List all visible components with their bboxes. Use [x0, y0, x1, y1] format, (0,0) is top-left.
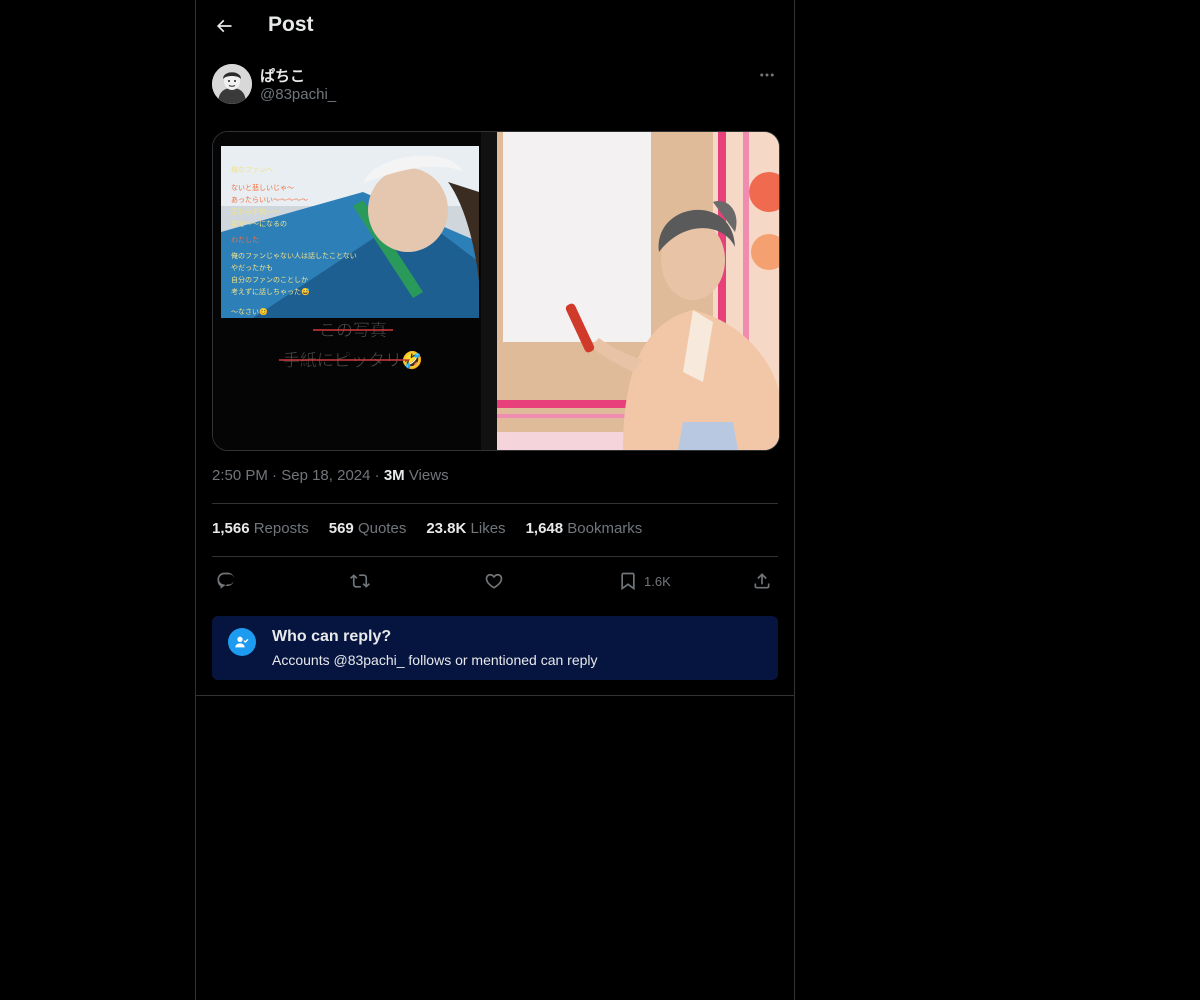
- arrow-left-icon: [216, 19, 232, 33]
- post-column: Post ぱちこ @83pachi_ 俺のファンへ ないと悲しいじゃ～ あったら…: [195, 0, 795, 1000]
- post-author: ぱちこ @83pachi_: [212, 64, 778, 108]
- post-media[interactable]: 俺のファンへ ないと悲しいじゃ～ あったらいい～～～～～ 変わらず何～～ 幸せ～…: [212, 131, 780, 451]
- like-button[interactable]: [484, 564, 504, 598]
- media-image: 俺のファンへ ないと悲しいじゃ～ あったらいい～～～～～ 変わらず何～～ 幸せ～…: [213, 132, 779, 450]
- media-text-line: 幸せ～～になるの: [231, 220, 287, 228]
- more-options-button[interactable]: [756, 64, 778, 86]
- post-stats: 1,566 Reposts 569 Quotes 23.8K Likes 1,6…: [212, 520, 642, 537]
- views-count: 3M: [383, 467, 405, 484]
- heart-icon: [485, 573, 503, 589]
- avatar-photo: [212, 64, 252, 104]
- media-caption-line1: この写真: [319, 321, 387, 341]
- media-text-line: 自分のファンのことしか: [231, 275, 308, 284]
- stat-bookmarks[interactable]: 1,648 Bookmarks: [526, 520, 643, 537]
- meta-separator: ·: [374, 467, 380, 484]
- post-actions: 1.6K: [212, 564, 778, 598]
- reply-icon: [217, 572, 235, 589]
- post-meta: 2:50 PM · Sep 18, 2024 · 3M Views: [212, 467, 449, 484]
- divider: [212, 503, 778, 504]
- reply-button[interactable]: [216, 564, 236, 598]
- bookmark-button[interactable]: 1.6K: [618, 564, 671, 598]
- stat-quotes[interactable]: 569 Quotes: [329, 520, 407, 537]
- stat-label: Bookmarks: [567, 520, 643, 537]
- reply-restriction-icon-wrap: [228, 628, 256, 656]
- reply-restriction-subtitle: Accounts @83pachi_ follows or mentioned …: [272, 652, 598, 668]
- media-text-line: 変わらず何～～: [231, 207, 280, 216]
- display-name[interactable]: ぱちこ: [260, 65, 305, 86]
- post-header: Post: [196, 0, 794, 53]
- user-handle[interactable]: @83pachi_: [260, 86, 336, 103]
- repost-button[interactable]: [350, 564, 370, 598]
- repost-icon: [350, 574, 370, 588]
- stat-count: 1,566: [212, 520, 250, 537]
- post-time[interactable]: 2:50 PM: [212, 467, 268, 484]
- stat-count: 569: [328, 520, 354, 537]
- divider: [212, 556, 778, 557]
- reply-restriction-banner: Who can reply? Accounts @83pachi_ follow…: [212, 616, 778, 680]
- page-title: Post: [268, 13, 314, 36]
- media-text-line: 俺のファンへ: [231, 165, 273, 174]
- avatar[interactable]: [212, 64, 252, 104]
- media-text-line: ないと悲しいじゃ～: [231, 183, 294, 192]
- bookmark-count: 1.6K: [644, 573, 671, 589]
- meta-separator: ·: [272, 467, 278, 484]
- stat-label: Reposts: [253, 520, 309, 537]
- reply-restriction-title: Who can reply?: [272, 628, 392, 645]
- media-text-line: あったらいい～～～～～: [231, 196, 308, 204]
- share-icon: [754, 573, 770, 589]
- views-label: Views: [408, 467, 449, 484]
- stat-count: 23.8K: [426, 520, 467, 537]
- media-text-line: やだったかも: [231, 264, 273, 272]
- share-button[interactable]: [752, 564, 772, 598]
- person-check-icon: [235, 636, 249, 648]
- media-text-line: ～なさい😊: [231, 307, 268, 316]
- stat-reposts[interactable]: 1,566 Reposts: [212, 520, 309, 537]
- stat-label: Likes: [470, 520, 506, 537]
- stat-likes[interactable]: 23.8K Likes: [426, 520, 505, 537]
- more-dots-icon: [760, 73, 774, 77]
- back-button[interactable]: [208, 10, 240, 42]
- stat-label: Quotes: [357, 520, 407, 537]
- media-text-line: 俺のファンじゃない人は話したことない: [231, 251, 357, 260]
- media-text-line: 考えずに話しちゃった😅: [231, 287, 310, 296]
- bookmark-icon: [621, 572, 635, 591]
- post-date[interactable]: Sep 18, 2024: [281, 467, 370, 484]
- media-text-line: わたした: [231, 236, 259, 244]
- stat-count: 1,648: [525, 520, 564, 537]
- divider: [196, 695, 794, 696]
